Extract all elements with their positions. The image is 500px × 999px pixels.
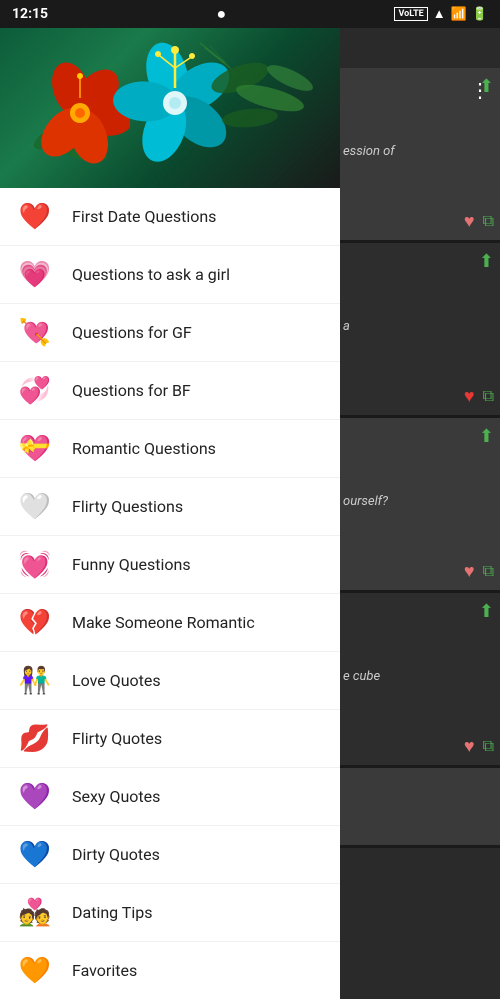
menu-icon-make-someone-romantic: 💔: [16, 604, 54, 642]
signal-icon: 📶: [451, 7, 467, 22]
heart-icon-4[interactable]: ♥: [464, 736, 475, 757]
menu-label-dating-tips: Dating Tips: [72, 903, 152, 922]
copy-icon-3[interactable]: ⧉: [483, 561, 494, 582]
menu-item-flirty-questions[interactable]: 🤍 Flirty Questions: [0, 478, 340, 536]
menu-label-questions-for-gf: Questions for GF: [72, 323, 192, 342]
volte-badge: VoLTE: [394, 7, 427, 21]
menu-item-funny-questions[interactable]: 💓 Funny Questions: [0, 536, 340, 594]
flower-background: [0, 28, 340, 188]
menu-label-questions-to-ask-a-girl: Questions to ask a girl: [72, 265, 230, 284]
share-icon-4[interactable]: ⬆: [479, 601, 494, 622]
record-icon: ●: [216, 4, 226, 24]
heart-icon-3[interactable]: ♥: [464, 561, 475, 582]
menu-icon-questions-for-bf: 💞: [16, 372, 54, 410]
share-icon-2[interactable]: ⬆: [479, 251, 494, 272]
status-icons: VoLTE ▲ 📶 🔋: [394, 6, 488, 22]
menu-item-flirty-quotes[interactable]: 💋 Flirty Quotes: [0, 710, 340, 768]
menu-label-dirty-quotes: Dirty Quotes: [72, 845, 160, 864]
heart-icon-2[interactable]: ♥: [464, 386, 475, 407]
wifi-icon: ▲: [433, 6, 446, 22]
content-card-2: ⬆ a ♥ ⧉: [335, 243, 500, 418]
menu-item-make-someone-romantic[interactable]: 💔 Make Someone Romantic: [0, 594, 340, 652]
menu-label-flirty-questions: Flirty Questions: [72, 497, 183, 516]
menu-item-dating-tips[interactable]: 💑 Dating Tips: [0, 884, 340, 942]
card-text-1: ession of: [341, 139, 494, 165]
menu-icon-love-quotes: 👫: [16, 662, 54, 700]
drawer-header: [0, 28, 340, 188]
menu-icon-first-date-questions: ❤️: [16, 198, 54, 236]
menu-label-flirty-quotes: Flirty Quotes: [72, 729, 162, 748]
menu-item-love-quotes[interactable]: 👫 Love Quotes: [0, 652, 340, 710]
menu-icon-funny-questions: 💓: [16, 546, 54, 584]
menu-label-make-someone-romantic: Make Someone Romantic: [72, 613, 255, 632]
menu-icon-flirty-questions: 🤍: [16, 488, 54, 526]
menu-item-sexy-quotes[interactable]: 💜 Sexy Quotes: [0, 768, 340, 826]
menu-item-romantic-questions[interactable]: 💝 Romantic Questions: [0, 420, 340, 478]
card-text-3: ourself?: [341, 489, 494, 515]
menu-item-favorites[interactable]: 🧡 Favorites: [0, 942, 340, 999]
menu-label-questions-for-bf: Questions for BF: [72, 381, 191, 400]
battery-icon: 🔋: [472, 7, 488, 22]
menu-icon-sexy-quotes: 💜: [16, 778, 54, 816]
menu-icon-favorites: 🧡: [16, 952, 54, 990]
copy-icon-4[interactable]: ⧉: [483, 736, 494, 757]
menu-icon-romantic-questions: 💝: [16, 430, 54, 468]
copy-icon-1[interactable]: ⧉: [483, 211, 494, 232]
menu-items-list: ❤️ First Date Questions 💗 Questions to ask …: [0, 188, 340, 999]
drawer-menu: ❤️ First Date Questions 💗 Questions to ask …: [0, 28, 340, 999]
status-time: 12:15: [12, 6, 48, 22]
three-dots-menu[interactable]: ⋮: [470, 78, 490, 102]
menu-label-funny-questions: Funny Questions: [72, 555, 191, 574]
content-panel: ⋮ ⬆ ession of ♥ ⧉ ⬆ a ♥: [335, 28, 500, 999]
menu-label-romantic-questions: Romantic Questions: [72, 439, 216, 458]
main-container: ❤️ First Date Questions 💗 Questions to ask …: [0, 28, 500, 999]
menu-item-dirty-quotes[interactable]: 💙 Dirty Quotes: [0, 826, 340, 884]
menu-icon-dating-tips: 💑: [16, 894, 54, 932]
copy-icon-2[interactable]: ⧉: [483, 386, 494, 407]
foliage-icon: [200, 48, 330, 148]
menu-item-questions-for-bf[interactable]: 💞 Questions for BF: [0, 362, 340, 420]
menu-icon-questions-for-gf: 💘: [16, 314, 54, 352]
menu-item-first-date-questions[interactable]: ❤️ First Date Questions: [0, 188, 340, 246]
menu-icon-flirty-quotes: 💋: [16, 720, 54, 758]
heart-icon-1[interactable]: ♥: [464, 211, 475, 232]
share-icon-3[interactable]: ⬆: [479, 426, 494, 447]
card-text-4: e cube: [341, 664, 494, 690]
content-card-5: [335, 768, 500, 848]
menu-label-love-quotes: Love Quotes: [72, 671, 161, 690]
menu-item-questions-to-ask-a-girl[interactable]: 💗 Questions to ask a girl: [0, 246, 340, 304]
content-cards: ⬆ ession of ♥ ⧉ ⬆ a ♥ ⧉: [335, 68, 500, 848]
card-text-2: a: [341, 314, 494, 340]
menu-label-first-date-questions: First Date Questions: [72, 207, 216, 226]
menu-label-favorites: Favorites: [72, 961, 137, 980]
status-bar: 12:15 ● VoLTE ▲ 📶 🔋: [0, 0, 500, 28]
content-card-3: ⬆ ourself? ♥ ⧉: [335, 418, 500, 593]
content-card-4: ⬆ e cube ♥ ⧉: [335, 593, 500, 768]
menu-label-sexy-quotes: Sexy Quotes: [72, 787, 160, 806]
menu-icon-questions-to-ask-a-girl: 💗: [16, 256, 54, 294]
menu-icon-dirty-quotes: 💙: [16, 836, 54, 874]
menu-item-questions-for-gf[interactable]: 💘 Questions for GF: [0, 304, 340, 362]
